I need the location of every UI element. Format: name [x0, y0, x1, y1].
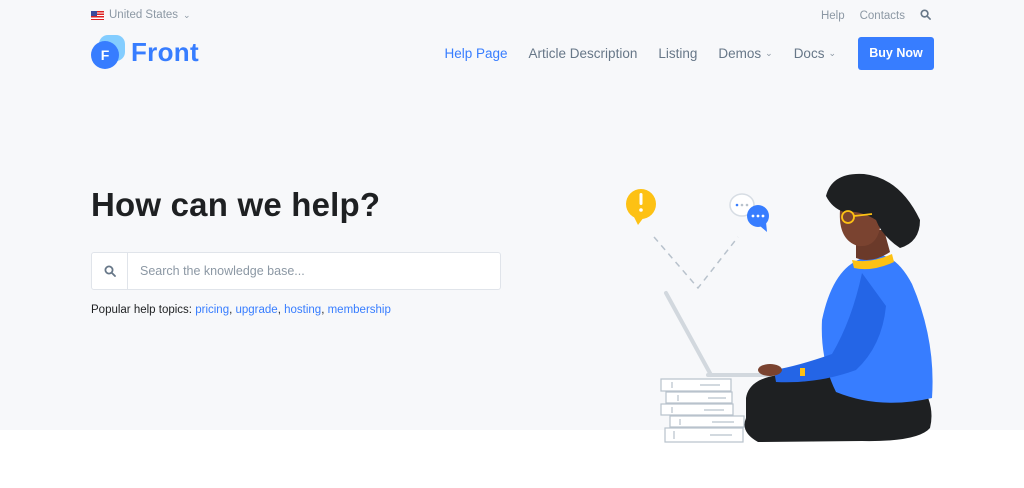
nav-item-docs[interactable]: Docs ⌄ [794, 46, 836, 61]
top-bar: United States ⌄ Help Contacts [0, 0, 1024, 32]
topic-link-membership[interactable]: membership [328, 304, 391, 316]
region-label: United States [109, 9, 179, 21]
main-nav: Help Page Article Description Listing De… [424, 36, 934, 70]
brand-name: Front [131, 36, 199, 67]
nav-item-article-description[interactable]: Article Description [529, 46, 638, 61]
help-link[interactable]: Help [821, 10, 845, 22]
topic-link-hosting[interactable]: hosting [284, 304, 321, 316]
exclamation-bubble-icon [626, 189, 656, 225]
chevron-down-icon: ⌄ [765, 47, 773, 58]
nav-item-demos[interactable]: Demos ⌄ [718, 46, 772, 61]
nav-item-help-page[interactable]: Help Page [445, 46, 508, 61]
search-icon[interactable] [920, 9, 931, 23]
popular-topics: Popular help topics: pricing, upgrade, h… [91, 304, 391, 316]
logo-mark-icon: F [91, 35, 125, 69]
brand-logo[interactable]: F Front [91, 35, 199, 69]
book-stack [660, 378, 745, 443]
us-flag-icon [91, 10, 104, 20]
chevron-down-icon: ⌄ [183, 9, 191, 20]
topic-link-pricing[interactable]: pricing [195, 304, 229, 316]
buy-now-button[interactable]: Buy Now [858, 36, 934, 70]
knowledge-base-search [91, 252, 501, 290]
region-selector[interactable]: United States ⌄ [91, 9, 191, 21]
chevron-down-icon: ⌄ [828, 47, 836, 58]
help-illustration [626, 173, 933, 443]
contacts-link[interactable]: Contacts [860, 10, 905, 22]
top-links: Help Contacts [821, 9, 931, 23]
person [744, 173, 933, 442]
topic-link-upgrade[interactable]: upgrade [236, 304, 278, 316]
search-input[interactable] [128, 253, 500, 289]
page-title: How can we help? [91, 186, 381, 223]
nav-item-listing[interactable]: Listing [658, 46, 697, 61]
popular-topics-label: Popular help topics: [91, 304, 193, 316]
chat-bubbles-icon [729, 193, 769, 232]
search-icon[interactable] [92, 253, 128, 289]
laptop [664, 291, 774, 377]
